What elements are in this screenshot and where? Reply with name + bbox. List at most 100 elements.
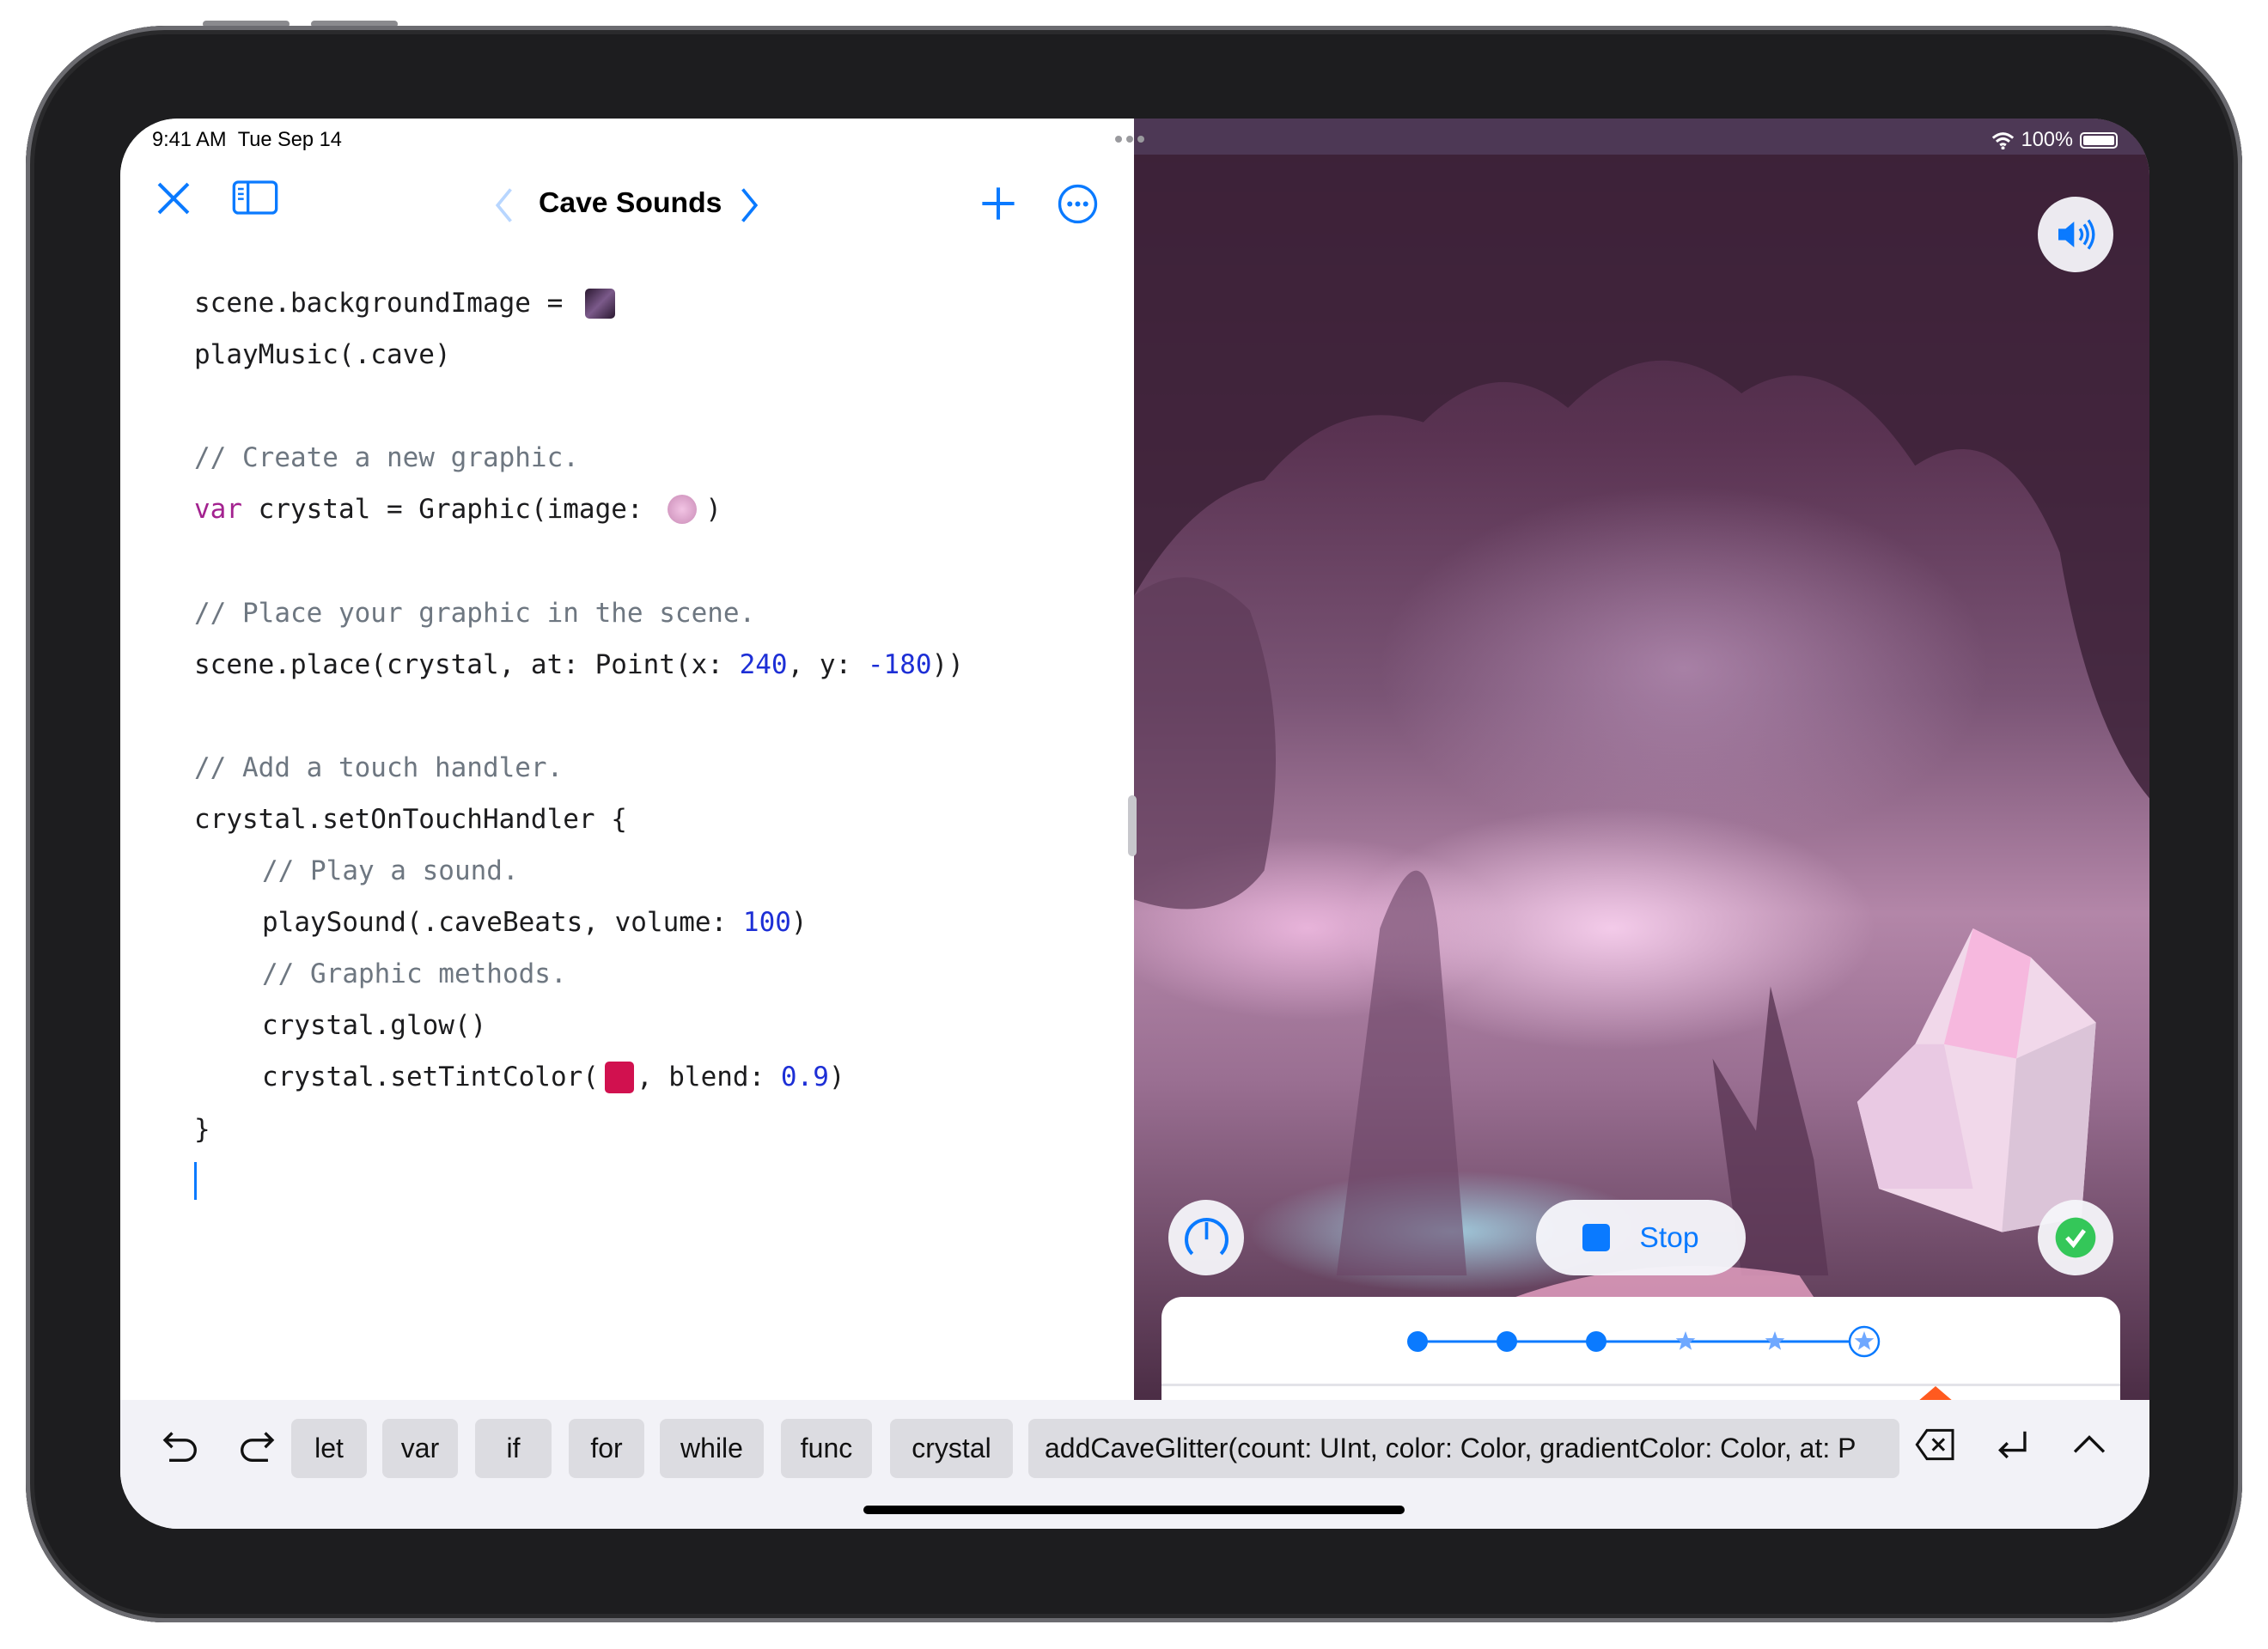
code-text: crystal.glow(): [262, 1010, 487, 1042]
wifi-icon: [1991, 131, 2014, 149]
stop-icon: [1582, 1224, 1611, 1251]
code-comment: // Add a touch handler.: [194, 742, 964, 794]
return-icon[interactable]: [1993, 1426, 2033, 1470]
stop-label: Stop: [1639, 1220, 1699, 1254]
chevron-up-icon[interactable]: [2070, 1426, 2108, 1468]
number-literal[interactable]: 100: [743, 904, 791, 941]
checkmark-circle-icon: [2055, 1217, 2096, 1258]
code-text: // Create a new graphic.: [194, 442, 579, 474]
page-title: Cave Sounds: [539, 186, 722, 219]
code-text: }: [194, 1113, 210, 1145]
code-text: scene.backgroundImage =: [194, 288, 579, 319]
code-editor[interactable]: scene.backgroundImage = playMusic(.cave)…: [194, 277, 964, 1207]
status-bar-right: 100%: [1134, 119, 2149, 155]
screen: 9:41 AM Tue Sep 14 Cave Sounds scene.bac…: [120, 119, 2149, 1529]
code-line: playSound(.caveBeats, volume: 100): [194, 897, 964, 948]
progress-step-complete: [1586, 1331, 1606, 1352]
progress-step-complete: [1497, 1331, 1517, 1352]
key-while[interactable]: while: [660, 1419, 764, 1478]
code-text: // Place your graphic in the scene.: [194, 597, 756, 629]
status-time: 9:41 AM Tue Sep 14: [152, 129, 342, 152]
text-cursor: [194, 1161, 197, 1200]
battery-percent: 100%: [2021, 129, 2073, 151]
number-literal[interactable]: -180: [868, 646, 932, 684]
code-text: // Graphic methods.: [262, 958, 567, 990]
completion-suggestion[interactable]: addCaveGlitter(count: UInt, color: Color…: [1028, 1419, 1899, 1478]
chevron-right-icon[interactable]: [740, 186, 760, 228]
code-line: crystal.setTintColor( , blend: 0.9): [194, 1051, 964, 1103]
progress-step-star-icon: [1765, 1331, 1785, 1350]
multitasking-handle[interactable]: [1115, 136, 1144, 143]
code-text: ): [828, 1062, 845, 1093]
key-let[interactable]: let: [291, 1419, 367, 1478]
number-literal[interactable]: 240: [740, 646, 788, 684]
code-line: scene.backgroundImage =: [194, 277, 964, 329]
sidebar-icon[interactable]: [232, 180, 278, 219]
speaker-wave-icon: [2058, 219, 2095, 250]
color-literal[interactable]: [604, 1061, 634, 1093]
crystal-image-literal[interactable]: [668, 495, 698, 525]
code-text: playMusic(.cave): [194, 339, 451, 371]
cursor-line: [194, 1155, 964, 1207]
close-icon[interactable]: [155, 180, 192, 222]
background-image-literal[interactable]: [584, 288, 615, 319]
number-literal[interactable]: 0.9: [781, 1058, 829, 1096]
progress-step-star-icon: [1848, 1325, 1881, 1358]
key-var[interactable]: var: [382, 1419, 458, 1478]
ellipsis-circle-icon[interactable]: [1058, 184, 1098, 228]
code-text: crystal = Graphic(image:: [242, 494, 660, 526]
code-text: crystal.setTintColor(: [262, 1062, 599, 1093]
chevron-left-icon[interactable]: [493, 186, 514, 228]
progress-sheet: [1161, 1297, 2120, 1400]
code-text: crystal.setOnTouchHandler {: [194, 803, 627, 835]
undo-icon[interactable]: [161, 1426, 201, 1470]
battery-icon: [2080, 132, 2118, 149]
key-func[interactable]: func: [781, 1419, 872, 1478]
code-line: playMusic(.cave): [194, 329, 964, 380]
keyword: var: [194, 494, 242, 526]
code-text: playSound(.caveBeats, volume:: [262, 907, 743, 939]
delete-backward-icon[interactable]: [1914, 1426, 1957, 1468]
key-crystal[interactable]: crystal: [890, 1419, 1013, 1478]
code-text: ): [705, 494, 722, 526]
home-indicator[interactable]: [863, 1506, 1405, 1514]
code-text: scene.place(crystal, at: Point(x:: [194, 648, 740, 680]
code-text: , y:: [787, 648, 868, 680]
code-comment: // Graphic methods.: [194, 948, 964, 1000]
crystal-graphic: [1856, 928, 2096, 1232]
progress-step-star-icon: [1675, 1331, 1696, 1350]
code-text: ): [790, 907, 808, 939]
split-view-divider-handle[interactable]: [1128, 795, 1137, 856]
progress-indicator: [1407, 1325, 1881, 1358]
redo-icon[interactable]: [236, 1426, 277, 1470]
code-line: }: [194, 1104, 964, 1155]
sound-toggle-button[interactable]: [2038, 197, 2113, 272]
check-button[interactable]: [2038, 1200, 2113, 1275]
code-line: crystal.glow(): [194, 1000, 964, 1051]
code-comment: // Create a new graphic.: [194, 432, 964, 484]
progress-step-complete: [1407, 1331, 1428, 1352]
code-line: var crystal = Graphic(image: ): [194, 484, 964, 535]
key-for[interactable]: for: [569, 1419, 644, 1478]
speedometer-icon: [1184, 1217, 1228, 1255]
code-comment: // Play a sound.: [194, 845, 964, 897]
code-text: )): [931, 648, 964, 680]
plus-icon[interactable]: [979, 185, 1017, 227]
code-text: , blend:: [636, 1062, 781, 1093]
code-editor-pane: 9:41 AM Tue Sep 14 Cave Sounds scene.bac…: [120, 119, 1134, 1400]
code-comment: // Place your graphic in the scene.: [194, 587, 964, 639]
live-view[interactable]: Stop: [1134, 119, 2149, 1400]
code-line: scene.place(crystal, at: Point(x: 240, y…: [194, 639, 964, 691]
code-line: crystal.setOnTouchHandler {: [194, 794, 964, 845]
key-if[interactable]: if: [475, 1419, 552, 1478]
code-text: // Play a sound.: [262, 855, 519, 887]
time: 9:41 AM: [152, 129, 227, 151]
warning-triangle-icon: [1919, 1386, 1952, 1400]
code-text: // Add a touch handler.: [194, 751, 564, 783]
battery-status: 100%: [1991, 129, 2118, 152]
stop-button[interactable]: Stop: [1536, 1200, 1746, 1275]
speed-button[interactable]: [1168, 1200, 1244, 1275]
